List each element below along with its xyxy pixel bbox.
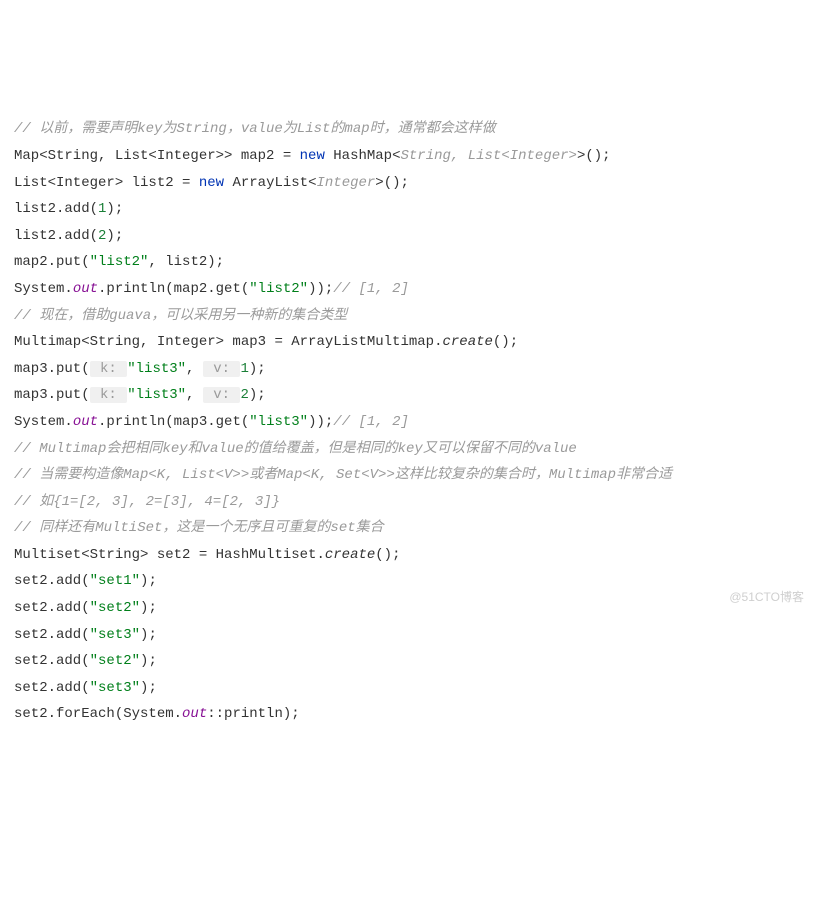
param-hint: v: (203, 387, 241, 403)
code-line: Multiset<String> set2 = HashMultiset.cre… (14, 542, 800, 569)
watermark-text: @51CTO博客 (729, 586, 804, 609)
code-block: // 以前，需要声明key为String，value为List的map时，通常都… (14, 116, 800, 728)
code-line: set2.add("set2"); (14, 595, 800, 622)
code-line: Map<String, List<Integer>> map2 = new Ha… (14, 143, 800, 170)
code-line: map2.put("list2", list2); (14, 249, 800, 276)
code-comment: // 以前，需要声明key为String，value为List的map时，通常都… (14, 116, 800, 143)
code-line: List<Integer> list2 = new ArrayList<Inte… (14, 170, 800, 197)
code-line: list2.add(2); (14, 223, 800, 250)
param-hint: k: (90, 387, 128, 403)
code-comment: // 当需要构造像Map<K, List<V>>或者Map<K, Set<V>>… (14, 462, 800, 489)
code-line: set2.add("set3"); (14, 622, 800, 649)
code-line: map3.put( k: "list3", v: 2); (14, 382, 800, 409)
code-line: System.out.println(map3.get("list3"));//… (14, 409, 800, 436)
param-hint: k: (90, 361, 128, 377)
code-comment: // Multimap会把相同key和value的值给覆盖，但是相同的key又可… (14, 436, 800, 463)
code-comment: // 如{1=[2, 3], 2=[3], 4=[2, 3]} (14, 489, 800, 516)
code-line: set2.add("set2"); (14, 648, 800, 675)
code-comment: // 同样还有MultiSet，这是一个无序且可重复的set集合 (14, 515, 800, 542)
param-hint: v: (203, 361, 241, 377)
code-comment: // 现在，借助guava，可以采用另一种新的集合类型 (14, 303, 800, 330)
code-line: map3.put( k: "list3", v: 1); (14, 356, 800, 383)
code-line: Multimap<String, Integer> map3 = ArrayLi… (14, 329, 800, 356)
code-line: set2.add("set1"); (14, 568, 800, 595)
code-line: list2.add(1); (14, 196, 800, 223)
code-line: set2.forEach(System.out::println); (14, 701, 800, 728)
code-line: set2.add("set3"); (14, 675, 800, 702)
code-line: System.out.println(map2.get("list2"));//… (14, 276, 800, 303)
